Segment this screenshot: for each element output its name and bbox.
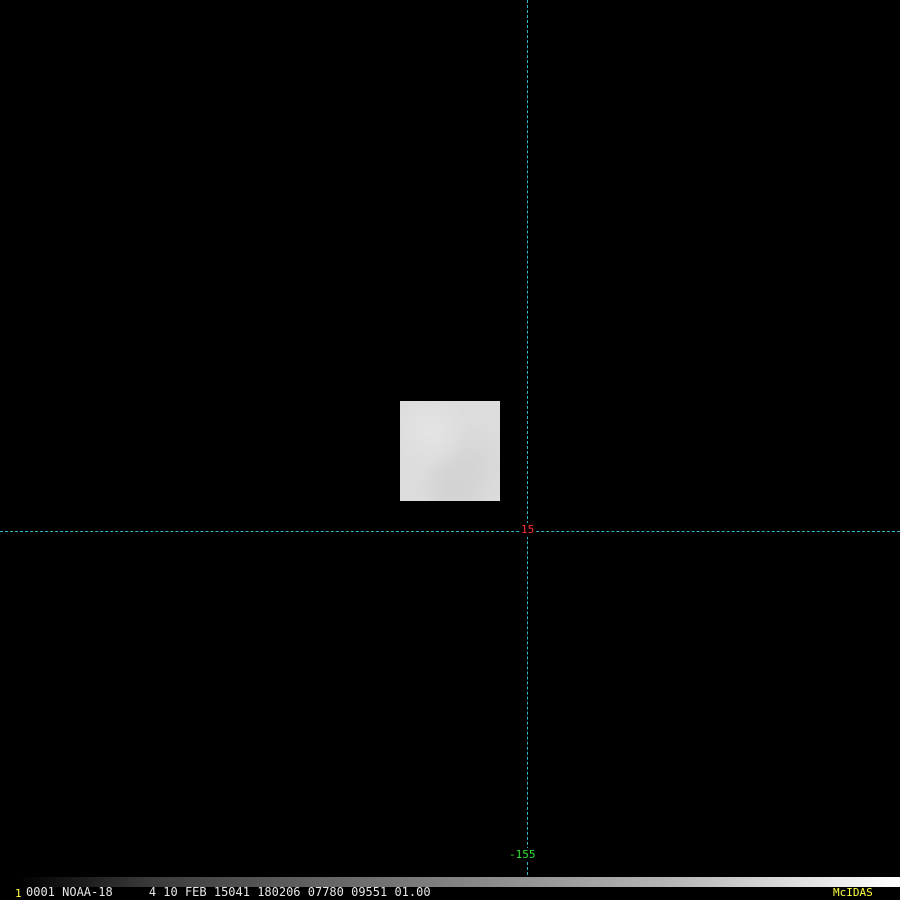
mcidas-image-display: 15 -155 1 0001 NOAA-18 4 10 FEB 15041 18… — [0, 0, 900, 900]
longitude-grid-line — [527, 0, 528, 885]
latitude-label: 15 — [520, 523, 536, 537]
latitude-grid-line — [0, 531, 900, 532]
frame-number: 1 — [15, 887, 22, 900]
image-info-line: 0001 NOAA-18 4 10 FEB 15041 180206 07780… — [26, 885, 431, 899]
longitude-label: -155 — [509, 848, 536, 862]
satellite-image-tile — [400, 401, 500, 501]
mcidas-brand-label: McIDAS — [833, 886, 873, 899]
